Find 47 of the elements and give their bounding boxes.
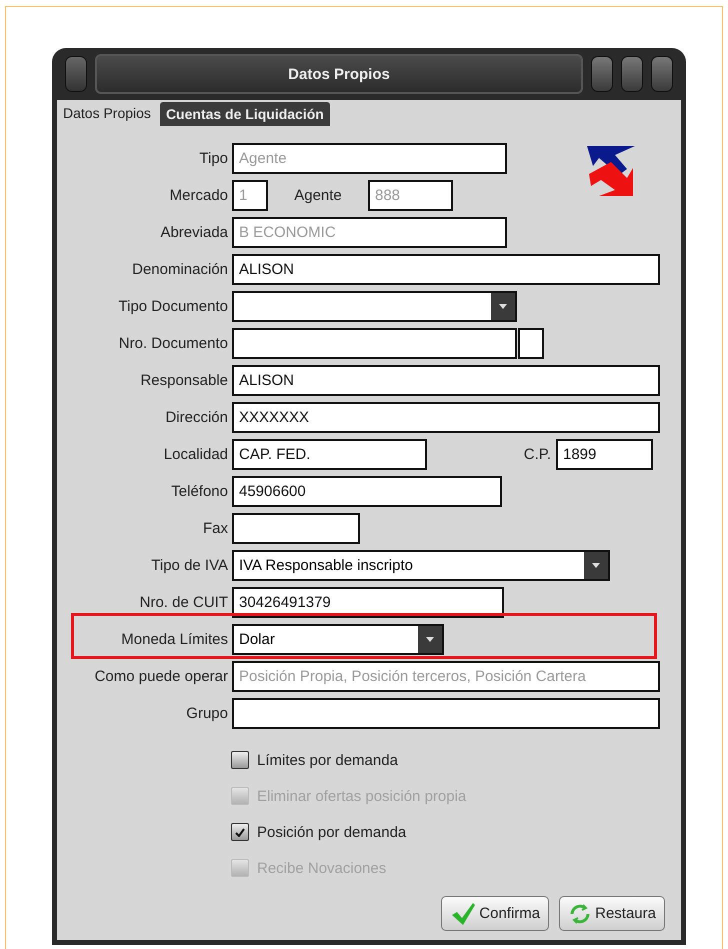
input-field[interactable]: 45906600	[232, 476, 502, 507]
input-field[interactable]: XXXXXXX	[232, 402, 660, 433]
field-label: Localidad	[162, 446, 229, 463]
field-label: Mercado	[168, 187, 229, 204]
field-label: Tipo Documento	[118, 298, 229, 315]
input-field[interactable]: CAP. FED.	[232, 439, 427, 470]
input-field[interactable]	[232, 698, 660, 729]
field-label: Grupo	[185, 705, 229, 722]
input-field[interactable]: 30426491379	[232, 587, 504, 618]
window-title: Datos Propios	[95, 54, 583, 94]
field-label: Responsable	[139, 372, 229, 389]
field-label: Como puede operar	[94, 668, 229, 685]
field-label: Denominación	[131, 261, 229, 278]
window-button[interactable]	[65, 56, 87, 92]
input-field[interactable]: 1899	[556, 439, 653, 470]
field-label: Fax	[202, 520, 229, 537]
field-label: Teléfono	[170, 483, 229, 500]
checkmark-icon	[450, 902, 476, 926]
window-button[interactable]	[621, 56, 643, 92]
field-label: Nro. de CUIT	[138, 594, 229, 611]
restore-button[interactable]: Restaura	[559, 896, 665, 931]
field-label: Tipo de IVA	[150, 557, 229, 574]
input-field[interactable]: ALISON	[232, 254, 660, 285]
checkbox-label: Límites por demanda	[257, 752, 398, 768]
window-button[interactable]	[651, 56, 673, 92]
checkbox-label: Posición por demanda	[257, 824, 406, 840]
input-field[interactable]	[518, 328, 544, 359]
field-label: Abreviada	[159, 224, 229, 241]
checkbox[interactable]	[231, 751, 249, 769]
tab[interactable]: Cuentas de Liquidación	[160, 102, 330, 126]
field-label: C.P.	[522, 446, 552, 463]
field-label: Tipo	[198, 150, 229, 167]
dropdown-field[interactable]	[232, 291, 517, 322]
dropdown-field[interactable]: Dolar	[232, 624, 444, 655]
dropdown-field[interactable]: IVA Responsable inscripto	[232, 550, 610, 581]
input-field[interactable]: ALISON	[232, 365, 660, 396]
field-label: Moneda Límites	[120, 631, 229, 648]
input-field[interactable]	[232, 513, 360, 544]
field-label: Nro. Documento	[118, 335, 229, 352]
checkmark-icon	[235, 828, 245, 836]
checkbox[interactable]	[231, 823, 249, 841]
field-label: Dirección	[164, 409, 229, 426]
field-label: Agente	[293, 187, 343, 204]
confirm-button[interactable]: Confirma	[441, 896, 550, 931]
refresh-icon	[568, 902, 592, 924]
window-button[interactable]	[591, 56, 613, 92]
input-field[interactable]	[232, 328, 517, 359]
